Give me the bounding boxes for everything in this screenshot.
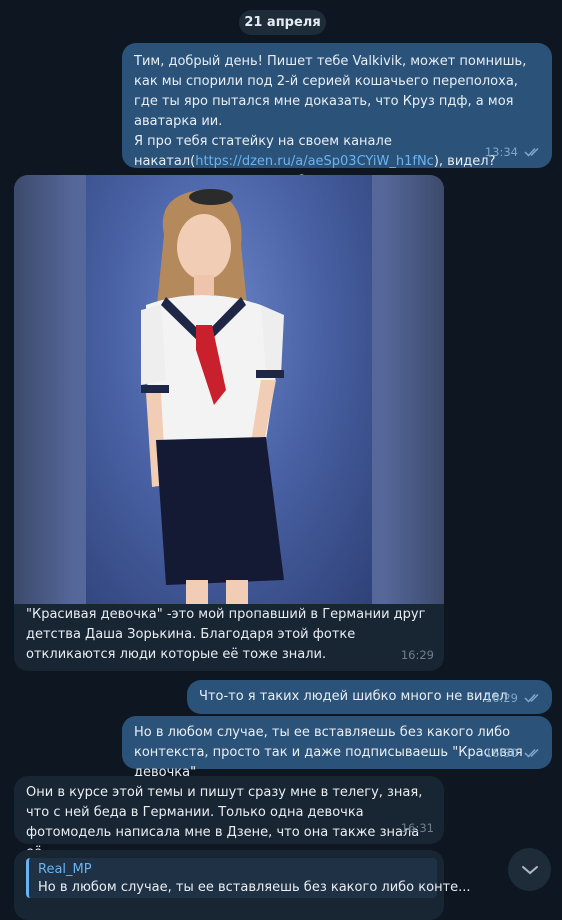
message-time: 13:34: [484, 145, 518, 159]
double-check-icon: [524, 147, 539, 157]
incoming-reply-message[interactable]: Real_MP Но в любом случае, ты ее вставля…: [14, 850, 471, 920]
chevron-down-icon: [521, 865, 538, 874]
message-time: 16:29: [484, 691, 518, 705]
message-meta: 16:31: [401, 818, 434, 838]
date-separator: 21 апреля: [239, 10, 326, 35]
message-meta: 13:34: [485, 142, 542, 162]
message-time: 16:29: [400, 648, 434, 662]
photo-backdrop: [86, 175, 372, 604]
message-meta: 16:29: [401, 645, 434, 665]
reply-quote[interactable]: Real_MP Но в любом случае, ты ее вставля…: [26, 858, 471, 898]
message-time: 16:30: [484, 746, 518, 760]
message-meta: 16:29: [485, 688, 542, 708]
outgoing-message[interactable]: Что-то я таких людей шибко много не виде…: [187, 680, 552, 714]
reply-snippet: Но в любом случае, ты ее вставляешь без …: [38, 880, 471, 895]
double-check-icon: [524, 748, 539, 758]
message-meta: 16:30: [485, 743, 542, 763]
photo-figure: [141, 189, 284, 604]
message-link[interactable]: https://dzen.ru/a/aeSp03CYiW_h1fNc: [195, 154, 434, 169]
incoming-photo-message[interactable]: "Красивая девочка" -это мой пропавший в …: [14, 175, 444, 671]
photo-caption: "Красивая девочка" -это мой пропавший в …: [26, 607, 430, 662]
outgoing-message[interactable]: Тим, добрый день! Пишет тебе Valkivik, м…: [122, 43, 552, 189]
message-photo[interactable]: [14, 175, 444, 604]
reply-author: Real_MP: [38, 862, 92, 877]
outgoing-message[interactable]: Но в любом случае, ты ее вставляешь без …: [122, 716, 552, 780]
message-text: Что-то я таких людей шибко много не виде…: [199, 689, 508, 704]
message-time: 16:31: [400, 821, 434, 835]
double-check-icon: [524, 693, 539, 703]
message-text: Тим, добрый день! Пишет тебе Valkivik, м…: [134, 54, 527, 189]
scroll-to-bottom-button[interactable]: [508, 848, 551, 891]
incoming-message[interactable]: Они в курсе этой темы и пишут сразу мне …: [14, 776, 444, 860]
